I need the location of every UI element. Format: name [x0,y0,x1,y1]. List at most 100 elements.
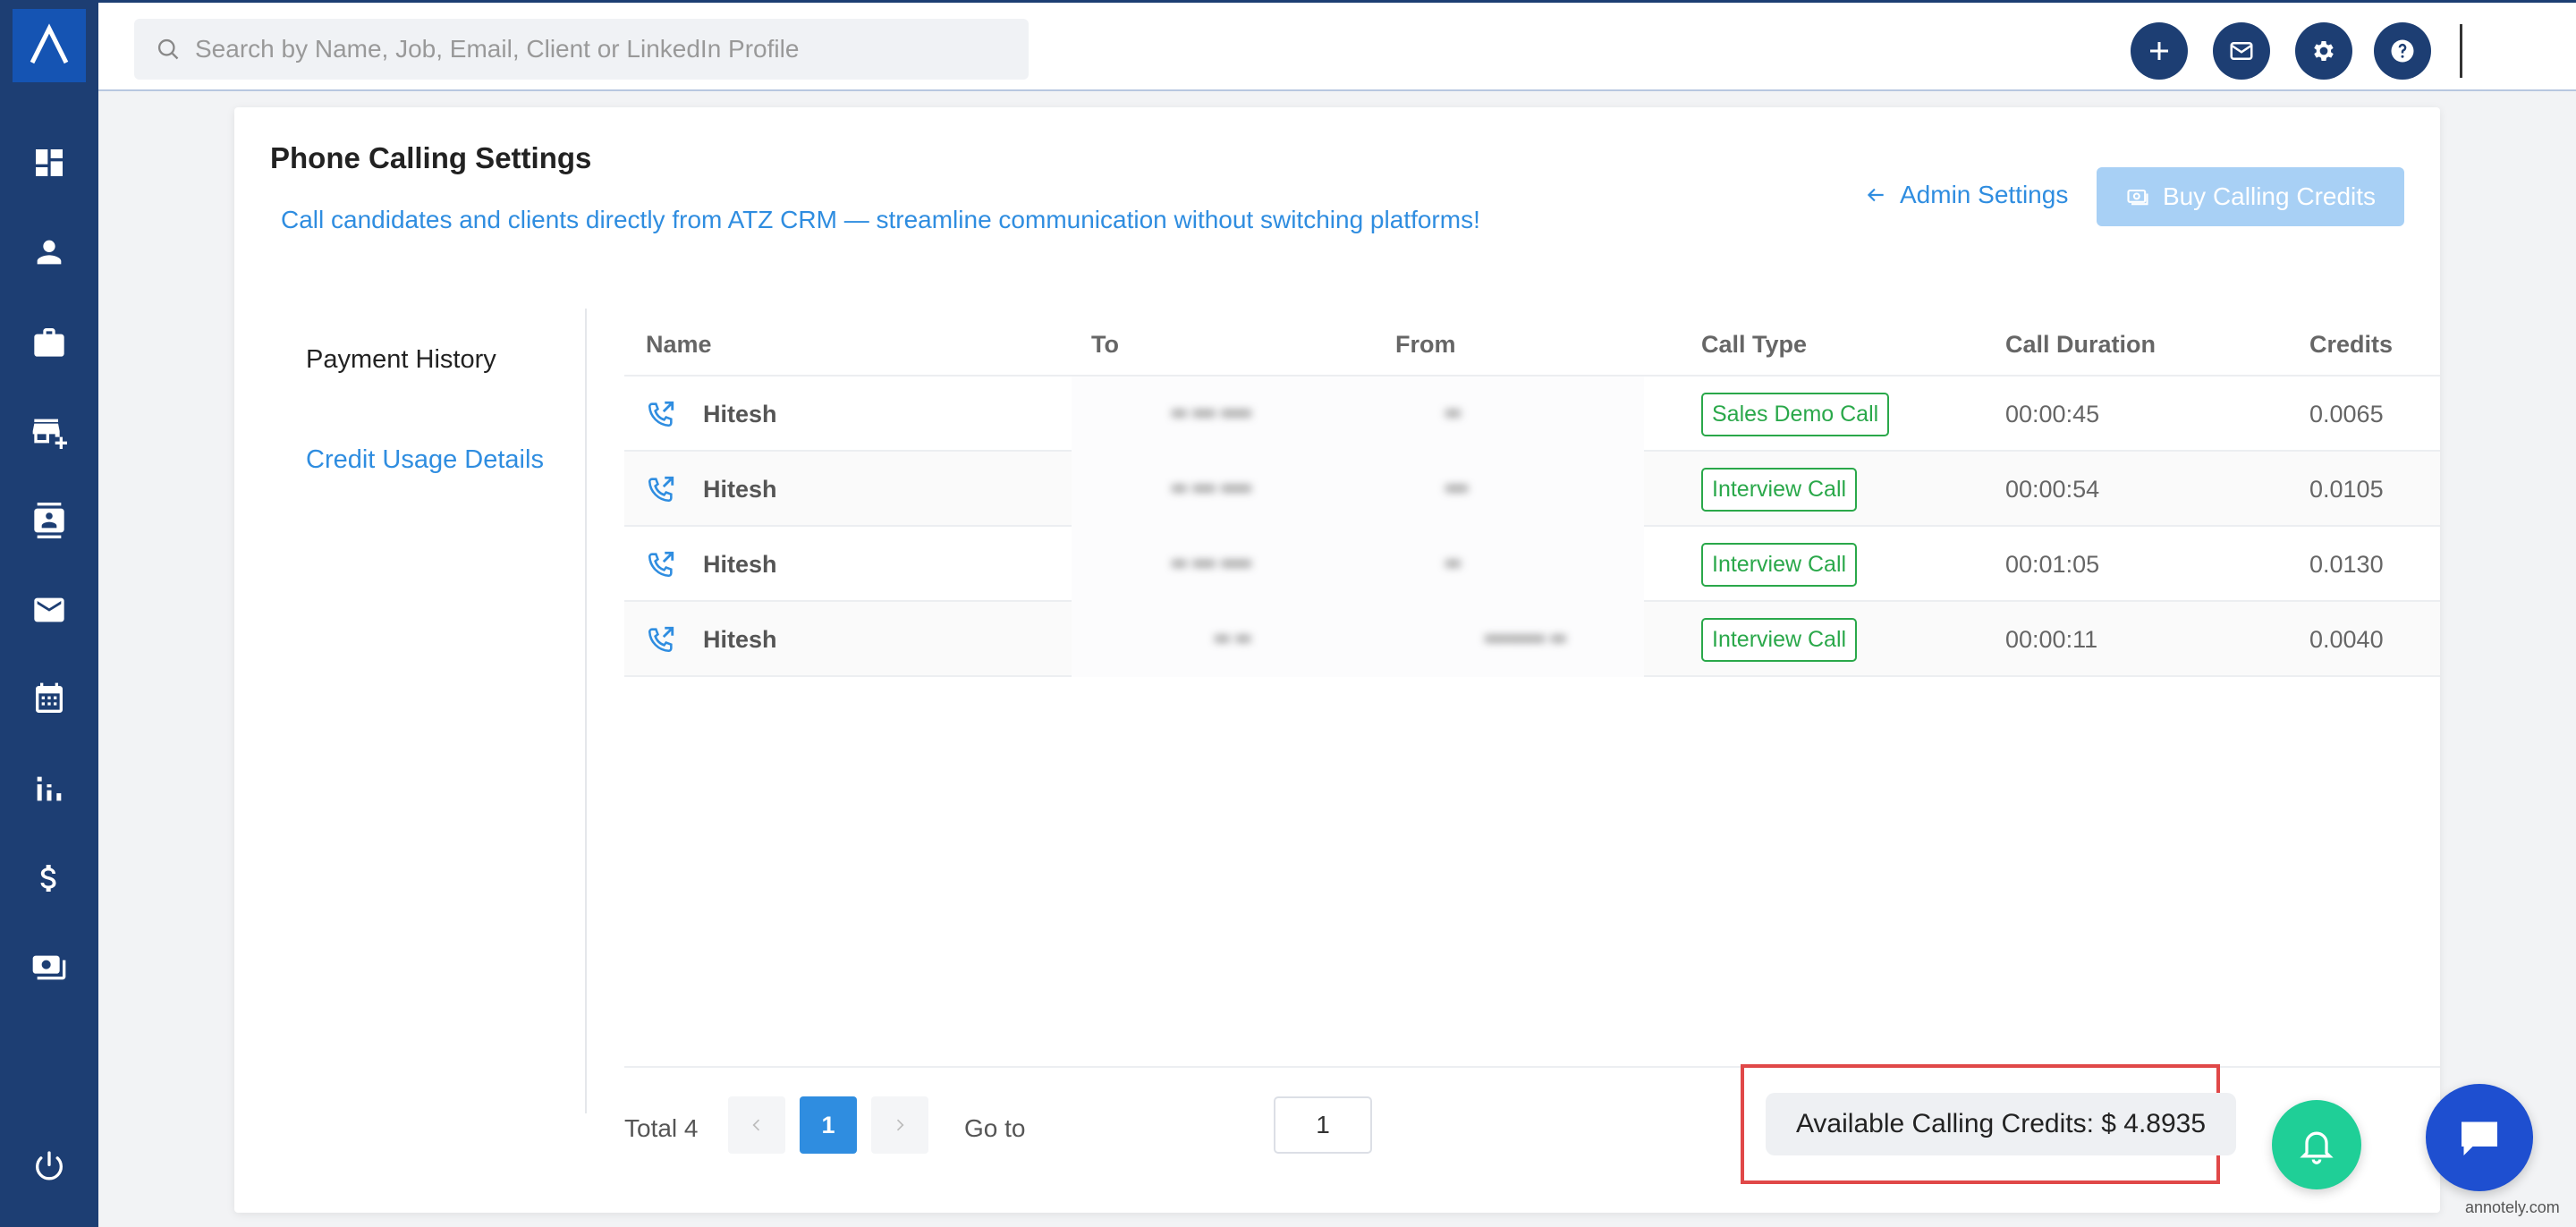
sidebar-item-email[interactable] [0,583,98,637]
sidebar-item-dashboard[interactable] [0,136,98,190]
page-title: Phone Calling Settings [270,141,592,174]
sidebar-item-calendar[interactable] [0,673,98,726]
app-logo[interactable] [13,9,86,82]
next-page-button[interactable] [871,1096,928,1154]
credits-value: 0.0105 [2309,475,2384,503]
call-duration: 00:01:05 [2005,550,2100,578]
notifications-button[interactable] [2272,1100,2361,1189]
contact-card-icon [34,503,64,538]
to-number: •• •• [1215,627,1251,651]
outgoing-call-icon [648,626,674,653]
sidebar-item-billing[interactable] [0,851,98,905]
gear-icon [2314,41,2334,61]
call-type-tag: Sales Demo Call [1701,392,1890,436]
arrow-left-icon [1867,188,1884,202]
settings-button[interactable] [2295,22,2352,80]
buy-calling-credits-button[interactable]: Buy Calling Credits [2097,167,2404,226]
topbar-divider [2460,24,2462,78]
briefcase-icon [34,328,64,357]
column-header-call-duration: Call Duration [2005,331,2157,358]
call-type-tag: Interview Call [1701,617,1858,662]
column-header-name: Name [646,331,712,358]
from-number: ••• [1445,477,1469,501]
caller-name: Hitesh [703,550,777,578]
prev-page-button[interactable] [728,1096,785,1154]
payments-icon [32,955,66,980]
add-button[interactable] [2131,22,2188,80]
caller-name: Hitesh [703,475,777,503]
goto-page-input[interactable] [1274,1096,1372,1154]
dollar-icon [40,865,56,892]
page-button-current[interactable]: 1 [800,1096,857,1154]
call-usage-table: Name To From Call Type Call Duration Cre… [624,309,2440,677]
chat-button[interactable] [2426,1084,2533,1191]
to-number: •• ••• •••• [1172,402,1251,426]
call-duration: 00:00:45 [2005,400,2100,427]
topbar [98,0,2576,91]
available-credits-badge: Available Calling Credits: $ 4.8935 [1766,1093,2236,1155]
table-row[interactable]: Hitesh •• ••• •••• •• Sales Demo Call 00… [624,377,2440,452]
redacted-area [1072,377,1644,452]
sidebar-item-reports[interactable] [0,762,98,816]
from-number: •••••••• •• [1485,627,1566,651]
page-subtitle: Call candidates and clients directly fro… [281,206,1480,233]
outgoing-call-icon [648,476,674,503]
tab-credit-usage-details[interactable]: Credit Usage Details [306,445,544,475]
bell-icon [2300,1131,2334,1164]
name-cell: Hitesh [646,452,777,527]
dashboard-icon [36,149,63,176]
table-row[interactable]: Hitesh •• ••• •••• ••• Interview Call 00… [624,452,2440,527]
name-cell: Hitesh [646,602,777,677]
calendar-icon [36,682,63,713]
help-button[interactable] [2374,22,2431,80]
search-icon [157,38,179,60]
column-header-from: From [1395,331,1456,358]
from-number: •• [1445,552,1461,576]
tab-payment-history[interactable]: Payment History [306,345,496,375]
power-icon [36,1151,63,1180]
column-header-credits: Credits [2309,331,2394,358]
sidebar-item-jobs[interactable] [0,315,98,368]
call-type-tag: Interview Call [1701,467,1858,512]
sidebar-item-contacts[interactable] [0,494,98,547]
admin-settings-link[interactable]: Admin Settings [1864,181,2068,209]
caller-name: Hitesh [703,625,777,653]
plus-icon [2150,42,2168,60]
bar-chart-icon [37,776,62,801]
name-cell: Hitesh [646,377,777,452]
sidebar-item-clients[interactable] [0,404,98,458]
person-icon [37,240,62,265]
watermark: annotely.com [2465,1198,2560,1216]
inbox-button[interactable] [2213,22,2270,80]
call-type-tag: Interview Call [1701,542,1858,587]
call-type-cell: Interview Call [1701,452,1858,527]
table-row[interactable]: Hitesh •• •• •••••••• •• Interview Call … [624,602,2440,677]
goto-label: Go to [964,1114,1026,1142]
redacted-area [1072,452,1644,527]
sidebar-item-payments[interactable] [0,941,98,994]
sidebar-item-candidates[interactable] [0,225,98,279]
phone-calling-settings-card: Phone Calling Settings Call candidates a… [234,107,2440,1213]
mail-icon [2230,42,2253,60]
sidebar-logout[interactable] [0,1139,98,1193]
redacted-area [1072,527,1644,602]
admin-settings-label: Admin Settings [1900,181,2069,208]
credits-icon [2127,189,2148,206]
call-type-cell: Interview Call [1701,527,1858,602]
credits-value: 0.0130 [2309,550,2384,578]
name-cell: Hitesh [646,527,777,602]
chevron-right-icon [896,1119,904,1131]
table-row[interactable]: Hitesh •• ••• •••• •• Interview Call 00:… [624,527,2440,602]
outgoing-call-icon [648,551,674,578]
chevron-left-icon [752,1119,760,1131]
help-icon [2391,39,2414,63]
search-input[interactable] [195,35,1000,63]
table-header: Name To From Call Type Call Duration Cre… [624,309,2440,377]
store-add-icon [32,419,67,449]
to-number: •• ••• •••• [1172,477,1251,501]
outgoing-call-icon [648,401,674,427]
call-type-cell: Sales Demo Call [1701,377,1890,452]
sidebar [0,0,98,1227]
credits-value: 0.0040 [2309,625,2384,653]
search-bar[interactable] [134,19,1029,80]
